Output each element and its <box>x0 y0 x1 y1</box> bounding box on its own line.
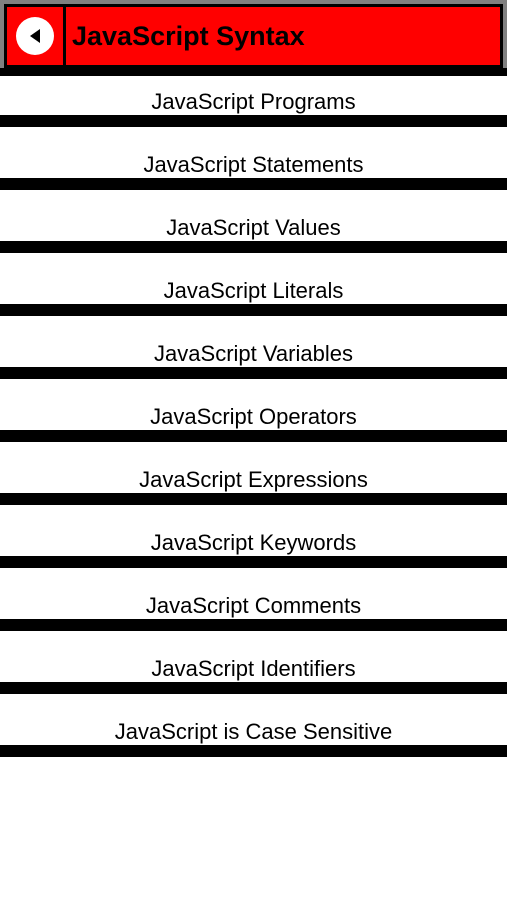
menu-item-programs[interactable]: JavaScript Programs <box>0 76 507 127</box>
menu-list: JavaScript Programs JavaScript Statement… <box>0 76 507 757</box>
menu-item-identifiers[interactable]: JavaScript Identifiers <box>0 643 507 694</box>
menu-item-label: JavaScript is Case Sensitive <box>114 719 393 744</box>
menu-item-label: JavaScript Comments <box>145 593 362 618</box>
page-title: JavaScript Syntax <box>72 20 305 51</box>
menu-item-variables[interactable]: JavaScript Variables <box>0 328 507 379</box>
menu-item-literals[interactable]: JavaScript Literals <box>0 265 507 316</box>
menu-item-case-sensitive[interactable]: JavaScript is Case Sensitive <box>0 706 507 757</box>
menu-item-keywords[interactable]: JavaScript Keywords <box>0 517 507 568</box>
app-screen: JavaScript Syntax JavaScript Programs Ja… <box>0 0 507 900</box>
menu-item-label: JavaScript Variables <box>154 341 353 366</box>
menu-item-label: JavaScript Identifiers <box>151 656 356 681</box>
menu-item-values[interactable]: JavaScript Values <box>0 202 507 253</box>
back-button[interactable] <box>7 7 66 65</box>
menu-item-label: JavaScript Literals <box>163 278 344 303</box>
menu-item-label: JavaScript Statements <box>143 152 364 177</box>
menu-item-expressions[interactable]: JavaScript Expressions <box>0 454 507 505</box>
menu-item-label: JavaScript Values <box>166 215 341 240</box>
header-divider <box>0 68 507 76</box>
menu-item-statements[interactable]: JavaScript Statements <box>0 139 507 190</box>
back-arrow-icon <box>16 17 54 55</box>
menu-item-label: JavaScript Operators <box>150 404 357 429</box>
menu-item-operators[interactable]: JavaScript Operators <box>0 391 507 442</box>
menu-item-label: JavaScript Keywords <box>150 530 357 555</box>
menu-item-comments[interactable]: JavaScript Comments <box>0 580 507 631</box>
menu-item-label: JavaScript Expressions <box>139 467 368 492</box>
header-bar: JavaScript Syntax <box>0 0 507 76</box>
menu-item-label: JavaScript Programs <box>151 89 356 114</box>
header-inner: JavaScript Syntax <box>4 4 503 68</box>
